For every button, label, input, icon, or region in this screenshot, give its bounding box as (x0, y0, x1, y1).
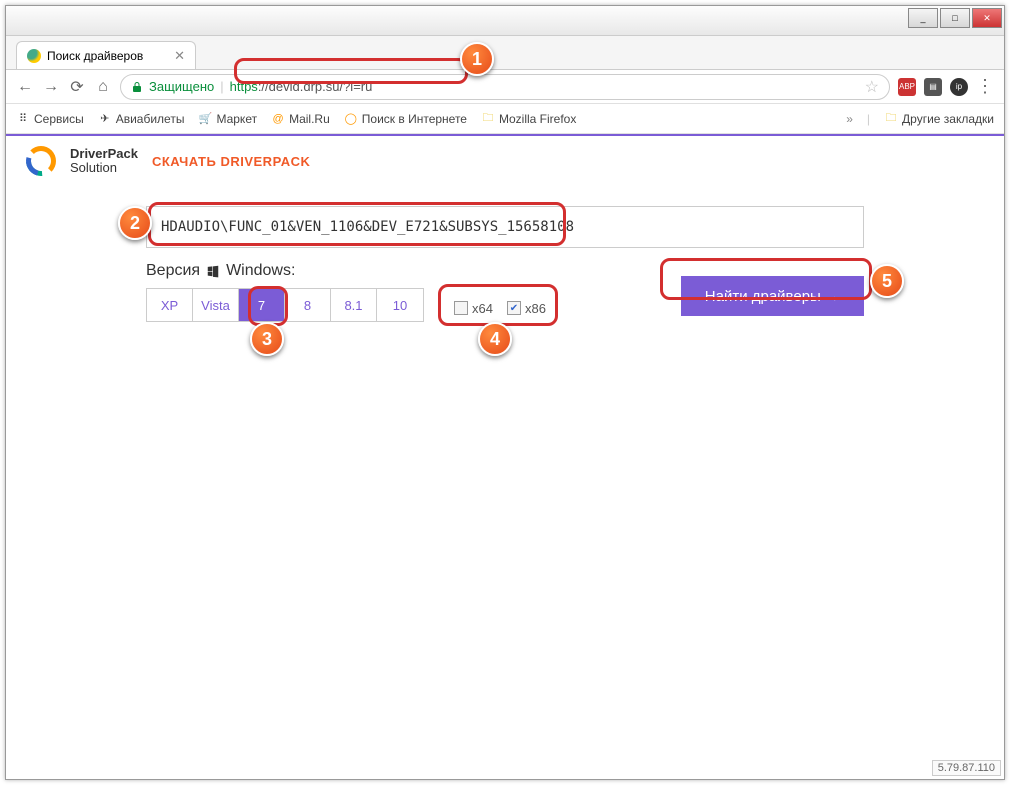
address-bar[interactable]: Защищено | https://devid.drp.su/?l=ru ☆ (120, 74, 890, 100)
browser-tab[interactable]: Поиск драйверов ✕ (16, 41, 196, 69)
brand-text: DriverPack Solution (70, 147, 138, 176)
version-81-button[interactable]: 8.1 (331, 289, 377, 321)
arch-x64-checkbox[interactable]: x64 (454, 301, 493, 316)
close-window-button[interactable]: ✕ (972, 8, 1002, 28)
tab-title: Поиск драйверов (47, 49, 143, 63)
page-content: DriverPack Solution СКАЧАТЬ DRIVERPACK В… (6, 134, 1004, 779)
version-7-button[interactable]: 7 (239, 289, 285, 321)
bookmark-flights[interactable]: ✈Авиабилеты (98, 112, 185, 126)
apps-icon: ⠿ (16, 112, 30, 126)
search-icon: ◯ (344, 112, 358, 126)
annotation-marker-5: 5 (870, 264, 904, 298)
architecture-options: x64 x86 (454, 292, 546, 324)
maximize-button[interactable]: □ (940, 8, 970, 28)
bookmark-search[interactable]: ◯Поиск в Интернете (344, 112, 467, 126)
version-footer: 5.79.87.110 (932, 760, 1001, 776)
checkbox-checked-icon (507, 301, 521, 315)
version-10-button[interactable]: 10 (377, 289, 423, 321)
version-buttons: XP Vista 7 8 8.1 10 (146, 288, 424, 322)
bookmarks-overflow-button[interactable]: » (846, 112, 853, 126)
annotation-marker-3: 3 (250, 322, 284, 356)
annotation-marker-4: 4 (478, 322, 512, 356)
forward-button[interactable]: → (42, 78, 60, 96)
close-tab-button[interactable]: ✕ (174, 48, 185, 64)
titlebar: _ □ ✕ (6, 6, 1004, 36)
arch-x86-checkbox[interactable]: x86 (507, 301, 546, 316)
brand-row: DriverPack Solution СКАЧАТЬ DRIVERPACK (6, 136, 1004, 186)
address-bar-row: ← → ⟳ ⌂ Защищено | https://devid.drp.su/… (6, 70, 1004, 104)
checkbox-icon (454, 301, 468, 315)
mail-icon: @ (271, 112, 285, 126)
options-row: Версия Windows: XP Vista 7 8 8.1 10 x64 (6, 248, 1004, 324)
home-button[interactable]: ⌂ (94, 78, 112, 96)
bookmark-market[interactable]: 🛒Маркет (198, 112, 257, 126)
favicon-icon (27, 49, 41, 63)
abp-extension-icon[interactable]: ABP (898, 78, 916, 96)
download-link[interactable]: СКАЧАТЬ DRIVERPACK (152, 154, 310, 169)
back-button[interactable]: ← (16, 78, 34, 96)
folder-icon: 🗀 (884, 112, 898, 126)
plane-icon: ✈ (98, 112, 112, 126)
bookmark-star-icon[interactable]: ☆ (865, 77, 879, 97)
hardware-id-input[interactable] (146, 206, 864, 248)
cart-icon: 🛒 (198, 112, 212, 126)
reload-button[interactable]: ⟳ (68, 78, 86, 96)
lock-icon (131, 81, 143, 93)
bookmark-apps[interactable]: ⠿Сервисы (16, 112, 84, 126)
annotation-marker-2: 2 (118, 206, 152, 240)
browser-menu-button[interactable]: ⋮ (976, 76, 994, 97)
secure-label: Защищено (149, 79, 214, 94)
folder-icon: 🗀 (481, 112, 495, 126)
driverpack-logo-icon (26, 146, 56, 176)
ip-extension-icon[interactable]: ip (950, 78, 968, 96)
version-vista-button[interactable]: Vista (193, 289, 239, 321)
version-xp-button[interactable]: XP (147, 289, 193, 321)
windows-icon (206, 264, 220, 278)
version-8-button[interactable]: 8 (285, 289, 331, 321)
annotation-marker-1: 1 (460, 42, 494, 76)
extension-icon[interactable]: ▤ (924, 78, 942, 96)
url-text: https://devid.drp.su/?l=ru (230, 79, 373, 94)
other-bookmarks[interactable]: 🗀Другие закладки (884, 112, 994, 126)
tab-strip: Поиск драйверов ✕ (6, 36, 1004, 70)
version-label: Версия Windows: (146, 262, 424, 280)
find-drivers-button[interactable]: Найти драйверы → (681, 276, 864, 316)
bookmark-firefox[interactable]: 🗀Mozilla Firefox (481, 112, 576, 126)
browser-window: _ □ ✕ Поиск драйверов ✕ ← → ⟳ ⌂ Защищено… (5, 5, 1005, 780)
bookmark-mailru[interactable]: @Mail.Ru (271, 112, 330, 126)
minimize-button[interactable]: _ (908, 8, 938, 28)
bookmarks-bar: ⠿Сервисы ✈Авиабилеты 🛒Маркет @Mail.Ru ◯П… (6, 104, 1004, 134)
